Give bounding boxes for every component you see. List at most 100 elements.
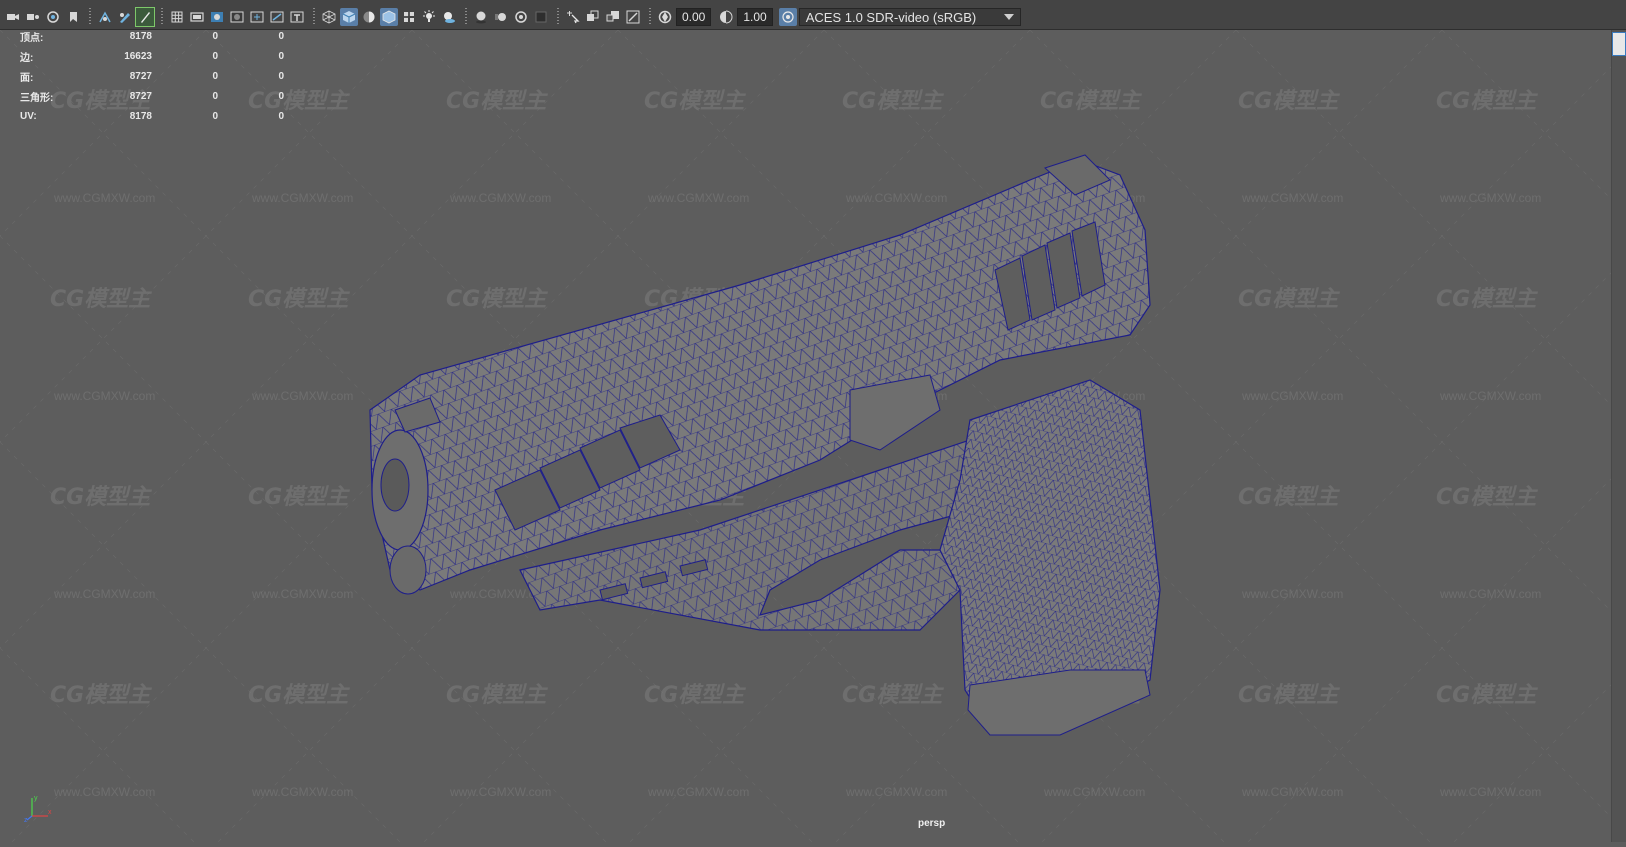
watermark-url: www.CGMXW.com	[647, 785, 749, 799]
watermark-url: www.CGMXW.com	[251, 785, 353, 799]
camera-name-label: persp	[918, 818, 946, 829]
smooth-shade-icon[interactable]	[340, 8, 358, 26]
field-chart-icon[interactable]	[248, 8, 266, 26]
pistol-muzzle-bore	[380, 458, 410, 512]
watermark-logo: CG模型主	[1238, 89, 1340, 114]
default-material-icon[interactable]	[360, 8, 378, 26]
hud-value: 8178	[129, 30, 152, 42]
grease-pencil-icon[interactable]	[135, 7, 155, 27]
hud-value: 0	[278, 30, 284, 42]
watermark-url: www.CGMXW.com	[251, 191, 353, 205]
motion-blur-icon[interactable]	[492, 8, 510, 26]
hud-value: 0	[212, 90, 218, 102]
ambient-occlusion-icon[interactable]	[472, 8, 490, 26]
watermark-url: www.CGMXW.com	[1241, 785, 1343, 799]
color-management-icon[interactable]	[778, 8, 797, 26]
hud-label: 顶点:	[20, 32, 44, 44]
watermark-url: www.CGMXW.com	[1043, 785, 1145, 799]
camera-attributes-icon[interactable]	[24, 8, 42, 26]
panel-toggle-icon[interactable]	[1612, 32, 1626, 56]
watermark-logo: CG模型主	[644, 89, 746, 114]
hud-value: 0	[278, 70, 284, 82]
camera-icon[interactable]	[4, 8, 22, 26]
watermark-logo: CG模型主	[1040, 89, 1142, 114]
hud-row-vertices: 顶点: 8178 0 0	[20, 26, 284, 46]
safe-title-icon[interactable]	[288, 8, 306, 26]
watermark-logo: CG模型主	[50, 683, 152, 708]
hud-value: 0	[278, 90, 284, 102]
bookmark-icon[interactable]	[44, 8, 62, 26]
viewport-canvas: CG模型主 CG模型主 CG模型主 CG模型主 CG模型主 CG模型主 CG模型主 CG模型主…	[0, 30, 1626, 842]
watermark-logo: CG模型主	[248, 683, 350, 708]
depth-of-field-icon[interactable]	[532, 8, 550, 26]
watermark-logo: CG模型主	[50, 485, 152, 510]
textured-icon[interactable]	[400, 8, 418, 26]
watermark-url: www.CGMXW.com	[449, 191, 551, 205]
watermark-url: www.CGMXW.com	[251, 389, 353, 403]
axis-x-label: x	[48, 809, 52, 816]
axis-y-label: y	[34, 795, 38, 802]
axis-z-label: z	[24, 817, 28, 822]
hud-row-faces: 面: 8727 0 0	[20, 66, 284, 86]
chevron-down-icon	[1003, 14, 1014, 20]
toolbar-separator	[557, 8, 559, 26]
toolbar-separator	[313, 8, 315, 26]
watermark-url: www.CGMXW.com	[449, 785, 551, 799]
axis-gizmo: y x z	[24, 795, 52, 822]
pen-tool-icon[interactable]	[116, 8, 134, 26]
watermark-logo: CG模型主	[446, 89, 548, 114]
x-ray-joints-icon[interactable]	[604, 8, 622, 26]
hud-row-triangles: 三角形: 8727 0 0	[20, 86, 284, 106]
watermark-logo: CG模型主	[1238, 287, 1340, 312]
watermark-logo: CG模型主	[248, 485, 350, 510]
viewport-right-edge	[1611, 30, 1626, 842]
shadows-icon[interactable]	[440, 8, 458, 26]
exposure-icon[interactable]	[656, 8, 674, 26]
watermark-url: www.CGMXW.com	[53, 785, 155, 799]
hud-label: 边:	[20, 52, 34, 64]
resolution-gate-icon[interactable]	[208, 8, 226, 26]
hud-value: 16623	[124, 50, 152, 62]
hud-value: 0	[278, 50, 284, 62]
toolbar-separator	[89, 8, 91, 26]
film-gate-icon[interactable]	[188, 8, 206, 26]
anti-aliasing-icon[interactable]	[512, 8, 530, 26]
view-transform-dropdown[interactable]: ACES 1.0 SDR-video (sRGB)	[798, 8, 1021, 26]
watermark-logo: CG模型主	[1436, 287, 1538, 312]
2d-pan-zoom-icon[interactable]	[96, 8, 114, 26]
hud-value: 0	[278, 110, 284, 122]
watermark-logo: CG模型主	[842, 89, 944, 114]
gate-mask-icon[interactable]	[228, 8, 246, 26]
watermark-logo: CG模型主	[446, 287, 548, 312]
wireframe-on-shaded-icon[interactable]	[380, 8, 398, 26]
hud-row-edges: 边: 16623 0 0	[20, 46, 284, 66]
watermark-url: www.CGMXW.com	[647, 191, 749, 205]
use-lights-icon[interactable]	[420, 8, 438, 26]
image-plane-icon[interactable]	[64, 8, 82, 26]
x-ray-icon[interactable]	[584, 8, 602, 26]
watermark-logo: CG模型主	[1238, 485, 1340, 510]
grid-icon[interactable]	[168, 8, 186, 26]
hud-label: 面:	[20, 72, 34, 84]
backface-icon[interactable]	[624, 8, 642, 26]
perspective-viewport[interactable]: CG模型主 CG模型主 CG模型主 CG模型主 CG模型主 CG模型主 CG模型主 CG模型主…	[0, 30, 1626, 842]
hud-value: 8727	[129, 90, 152, 102]
safe-action-icon[interactable]	[268, 8, 286, 26]
gamma-icon[interactable]	[717, 8, 735, 26]
watermark-logo: CG模型主	[1436, 485, 1538, 510]
watermark-url: www.CGMXW.com	[53, 389, 155, 403]
hud-row-uvs: UV: 8178 0 0	[20, 106, 284, 126]
wireframe-icon[interactable]	[320, 8, 338, 26]
gamma-field[interactable]: 1.00	[737, 8, 773, 26]
watermark-logo: CG模型主	[1436, 683, 1538, 708]
isolate-select-icon[interactable]	[564, 8, 582, 26]
watermark-logo: CG模型主	[1436, 89, 1538, 114]
toolbar-separator	[161, 8, 163, 26]
watermark-url: www.CGMXW.com	[1439, 587, 1541, 601]
view-transform-label: ACES 1.0 SDR-video (sRGB)	[805, 9, 977, 25]
watermark-logo: CG模型主	[248, 287, 350, 312]
exposure-field[interactable]: 0.00	[676, 8, 712, 26]
hud-value: 0	[212, 110, 218, 122]
watermark-logo: CG模型主	[446, 683, 548, 708]
watermark-url: www.CGMXW.com	[845, 785, 947, 799]
